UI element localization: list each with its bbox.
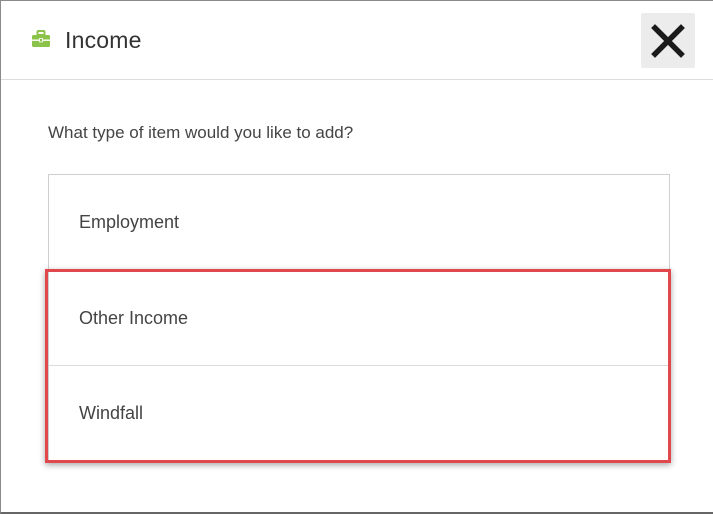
option-windfall[interactable]: Windfall [49,366,669,460]
option-employment[interactable]: Employment [49,175,669,270]
item-type-question: What type of item would you like to add? [48,123,354,142]
option-label: Other Income [79,308,189,328]
close-button[interactable] [641,13,695,68]
item-type-options: Employment Other Income Windfall [48,174,670,461]
dialog-header: Income [1,1,713,80]
option-label: Employment [79,212,180,232]
option-other-income[interactable]: Other Income [49,271,669,366]
income-dialog: Income What type of item would you like … [0,0,713,514]
dialog-title: Income [65,27,142,53]
option-label: Windfall [79,403,144,423]
briefcase-icon [31,30,51,48]
